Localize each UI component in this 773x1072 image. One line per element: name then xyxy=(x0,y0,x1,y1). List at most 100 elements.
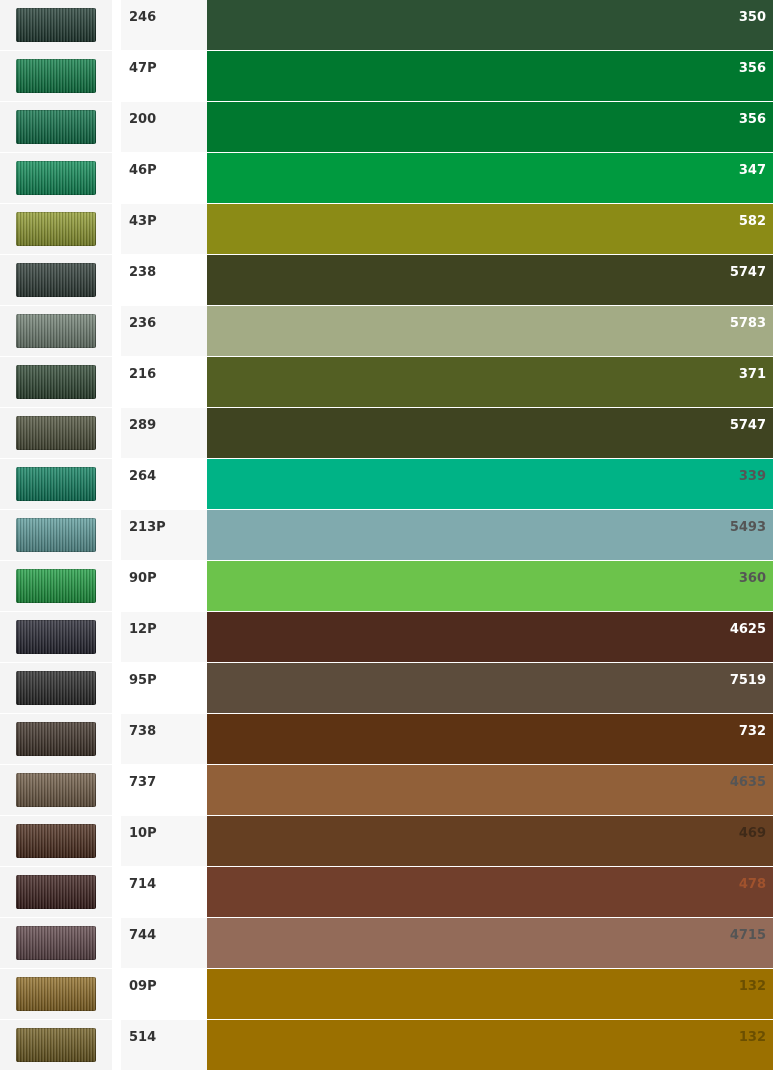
pantone-color-cell: 469 xyxy=(207,816,773,866)
thread-sample-image xyxy=(16,416,96,450)
pantone-number: 132 xyxy=(738,1030,766,1045)
thread-sample-image xyxy=(16,263,96,297)
thread-sample-image xyxy=(16,824,96,858)
color-chart-table: 246 350 47P 356 200 356 46P 347 43P 582 238 5747 236… xyxy=(0,0,773,1071)
thread-swatch-cell xyxy=(0,561,112,611)
pantone-number: 339 xyxy=(738,469,766,484)
pantone-number: 478 xyxy=(738,877,766,892)
table-row: 289 5747 xyxy=(0,408,773,459)
pantone-number: 371 xyxy=(738,367,766,382)
pantone-color-cell: 478 xyxy=(207,867,773,917)
pantone-number: 732 xyxy=(738,724,766,739)
pantone-color-cell: 132 xyxy=(207,969,773,1019)
thread-swatch-cell xyxy=(0,918,112,968)
column-gap xyxy=(112,102,121,152)
column-gap xyxy=(112,663,121,713)
pantone-number: 356 xyxy=(738,112,766,127)
thread-code: 738 xyxy=(121,714,207,764)
thread-sample-image xyxy=(16,671,96,705)
thread-code: 246 xyxy=(121,0,207,50)
pantone-number: 7519 xyxy=(729,673,766,688)
column-gap xyxy=(112,0,121,50)
pantone-number: 356 xyxy=(738,61,766,76)
pantone-color-cell: 732 xyxy=(207,714,773,764)
table-row: 213P 5493 xyxy=(0,510,773,561)
thread-code: 289 xyxy=(121,408,207,458)
table-row: 43P 582 xyxy=(0,204,773,255)
column-gap xyxy=(112,612,121,662)
table-row: 744 4715 xyxy=(0,918,773,969)
column-gap xyxy=(112,510,121,560)
thread-swatch-cell xyxy=(0,969,112,1019)
thread-code: 09P xyxy=(121,969,207,1019)
table-row: 47P 356 xyxy=(0,51,773,102)
thread-swatch-cell xyxy=(0,306,112,356)
thread-code: 216 xyxy=(121,357,207,407)
thread-code: 43P xyxy=(121,204,207,254)
column-gap xyxy=(112,204,121,254)
thread-swatch-cell xyxy=(0,765,112,815)
thread-code: 95P xyxy=(121,663,207,713)
thread-code: 236 xyxy=(121,306,207,356)
thread-sample-image xyxy=(16,1028,96,1062)
column-gap xyxy=(112,714,121,764)
thread-code: 744 xyxy=(121,918,207,968)
pantone-number: 4715 xyxy=(729,928,766,943)
table-row: 264 339 xyxy=(0,459,773,510)
thread-swatch-cell xyxy=(0,0,112,50)
thread-sample-image xyxy=(16,314,96,348)
pantone-color-cell: 4715 xyxy=(207,918,773,968)
pantone-number: 347 xyxy=(738,163,766,178)
thread-code: 514 xyxy=(121,1020,207,1070)
thread-code: 12P xyxy=(121,612,207,662)
pantone-color-cell: 7519 xyxy=(207,663,773,713)
thread-sample-image xyxy=(16,365,96,399)
pantone-color-cell: 5783 xyxy=(207,306,773,356)
thread-sample-image xyxy=(16,59,96,93)
thread-sample-image xyxy=(16,875,96,909)
column-gap xyxy=(112,153,121,203)
thread-code: 200 xyxy=(121,102,207,152)
thread-swatch-cell xyxy=(0,1020,112,1070)
thread-code: 90P xyxy=(121,561,207,611)
pantone-number: 360 xyxy=(738,571,766,586)
table-row: 737 4635 xyxy=(0,765,773,816)
pantone-number: 4625 xyxy=(729,622,766,637)
table-row: 46P 347 xyxy=(0,153,773,204)
table-row: 09P 132 xyxy=(0,969,773,1020)
table-row: 514 132 xyxy=(0,1020,773,1071)
pantone-number: 469 xyxy=(738,826,766,841)
pantone-color-cell: 360 xyxy=(207,561,773,611)
column-gap xyxy=(112,867,121,917)
thread-swatch-cell xyxy=(0,867,112,917)
pantone-number: 5783 xyxy=(729,316,766,331)
thread-swatch-cell xyxy=(0,153,112,203)
column-gap xyxy=(112,408,121,458)
thread-sample-image xyxy=(16,212,96,246)
thread-sample-image xyxy=(16,569,96,603)
thread-swatch-cell xyxy=(0,714,112,764)
thread-sample-image xyxy=(16,8,96,42)
pantone-number: 350 xyxy=(738,10,766,25)
thread-code: 714 xyxy=(121,867,207,917)
pantone-number: 5493 xyxy=(729,520,766,535)
thread-sample-image xyxy=(16,977,96,1011)
thread-swatch-cell xyxy=(0,510,112,560)
pantone-color-cell: 582 xyxy=(207,204,773,254)
thread-code: 213P xyxy=(121,510,207,560)
pantone-color-cell: 347 xyxy=(207,153,773,203)
thread-swatch-cell xyxy=(0,255,112,305)
pantone-color-cell: 5747 xyxy=(207,255,773,305)
pantone-color-cell: 5747 xyxy=(207,408,773,458)
table-row: 714 478 xyxy=(0,867,773,918)
column-gap xyxy=(112,255,121,305)
pantone-number: 582 xyxy=(738,214,766,229)
thread-code: 238 xyxy=(121,255,207,305)
table-row: 236 5783 xyxy=(0,306,773,357)
thread-swatch-cell xyxy=(0,357,112,407)
thread-sample-image xyxy=(16,620,96,654)
table-row: 10P 469 xyxy=(0,816,773,867)
thread-code: 264 xyxy=(121,459,207,509)
thread-sample-image xyxy=(16,722,96,756)
thread-swatch-cell xyxy=(0,663,112,713)
